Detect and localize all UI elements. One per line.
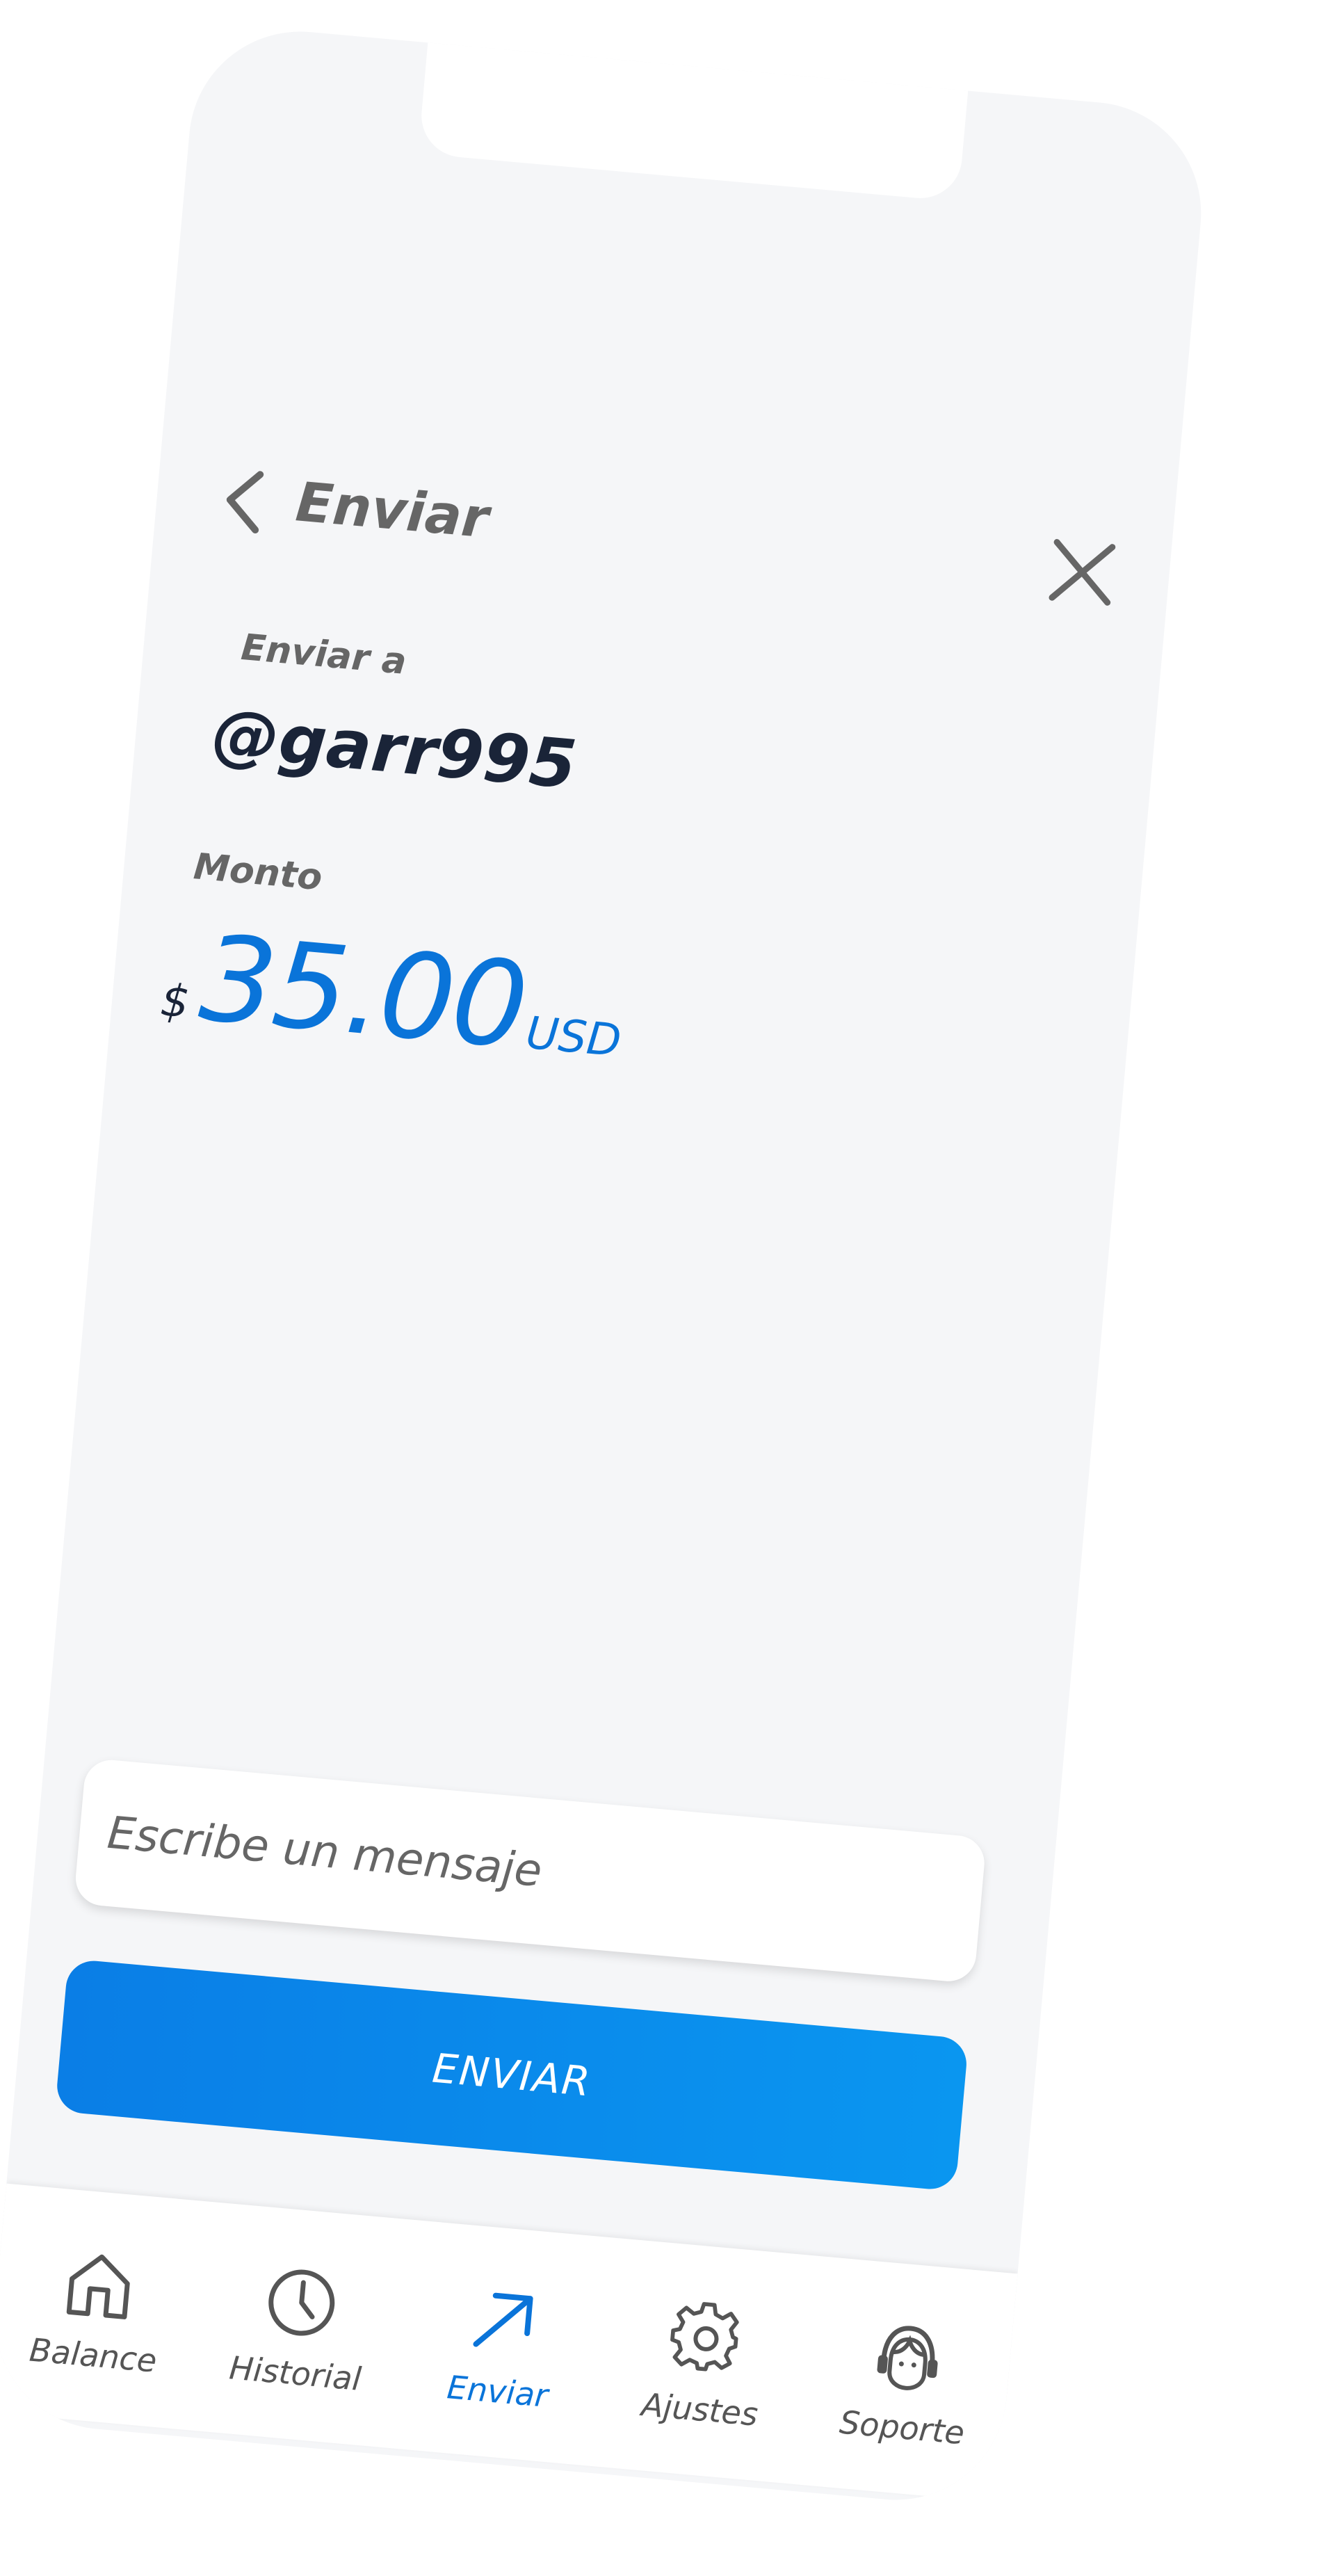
- amount-value: 35.00: [195, 910, 531, 1076]
- header: Enviar: [194, 442, 1132, 635]
- tab-label: Balance: [28, 2331, 159, 2380]
- phone-frame: Enviar Enviar a @garr995 Monto $ 35.00 U…: [0, 22, 1211, 2510]
- gear-icon: [670, 2302, 739, 2372]
- send-to-label: Enviar a: [239, 626, 408, 683]
- tab-support[interactable]: Soporte: [795, 2255, 1017, 2502]
- tab-label: Ajustes: [640, 2385, 760, 2433]
- amount-label: Monto: [192, 846, 324, 899]
- amount-display[interactable]: $ 35.00 USD: [156, 906, 629, 1100]
- clock-icon: [268, 2269, 335, 2336]
- home-icon: [66, 2254, 130, 2319]
- arrow-up-right-icon: [473, 2292, 533, 2347]
- support-agent-icon: [877, 2326, 938, 2390]
- tab-label: Enviar: [445, 2368, 550, 2415]
- page-title: Enviar: [293, 471, 492, 551]
- message-field-container: [73, 1757, 987, 1984]
- currency-symbol: $: [159, 974, 192, 1029]
- back-chevron-icon[interactable]: [216, 464, 271, 538]
- currency-code: USD: [524, 1007, 624, 1068]
- tab-balance[interactable]: Balance: [0, 2184, 209, 2431]
- phone-notch: [418, 22, 971, 202]
- tab-send[interactable]: Enviar: [391, 2220, 613, 2467]
- tab-label: Soporte: [838, 2403, 966, 2452]
- tab-history[interactable]: Historial: [188, 2202, 411, 2449]
- bottom-tab-bar: Balance Historial Enviar Ajustes Soporte: [0, 2183, 1018, 2503]
- tab-settings[interactable]: Ajustes: [593, 2237, 816, 2484]
- message-input[interactable]: [73, 1757, 987, 1984]
- tab-label: Historial: [227, 2349, 363, 2398]
- stage: Enviar Enviar a @garr995 Monto $ 35.00 U…: [0, 0, 1335, 2576]
- send-button[interactable]: ENVIAR: [54, 1958, 969, 2191]
- recipient-handle: @garr995: [209, 693, 580, 805]
- close-icon[interactable]: [1041, 531, 1124, 613]
